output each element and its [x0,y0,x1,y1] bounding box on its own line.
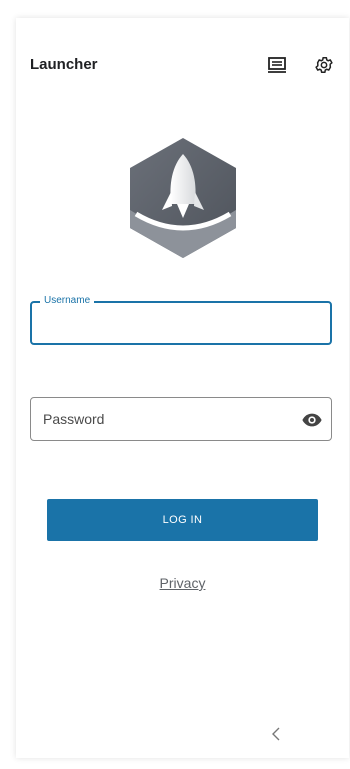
password-field[interactable] [30,397,332,441]
rocket-hexagon-logo [128,136,238,260]
username-field[interactable]: Username [30,295,332,345]
login-button[interactable]: LOG IN [47,499,318,541]
password-input[interactable] [31,398,331,440]
app-screen: Launcher Username LOG IN Privacy [16,18,349,758]
privacy-link[interactable]: Privacy [16,575,349,591]
app-title: Launcher [30,56,98,73]
username-input[interactable] [32,303,330,343]
eye-icon[interactable] [301,409,323,431]
screen-icon[interactable] [266,54,288,76]
chevron-left-icon[interactable] [266,724,286,744]
gear-icon[interactable] [313,54,335,76]
